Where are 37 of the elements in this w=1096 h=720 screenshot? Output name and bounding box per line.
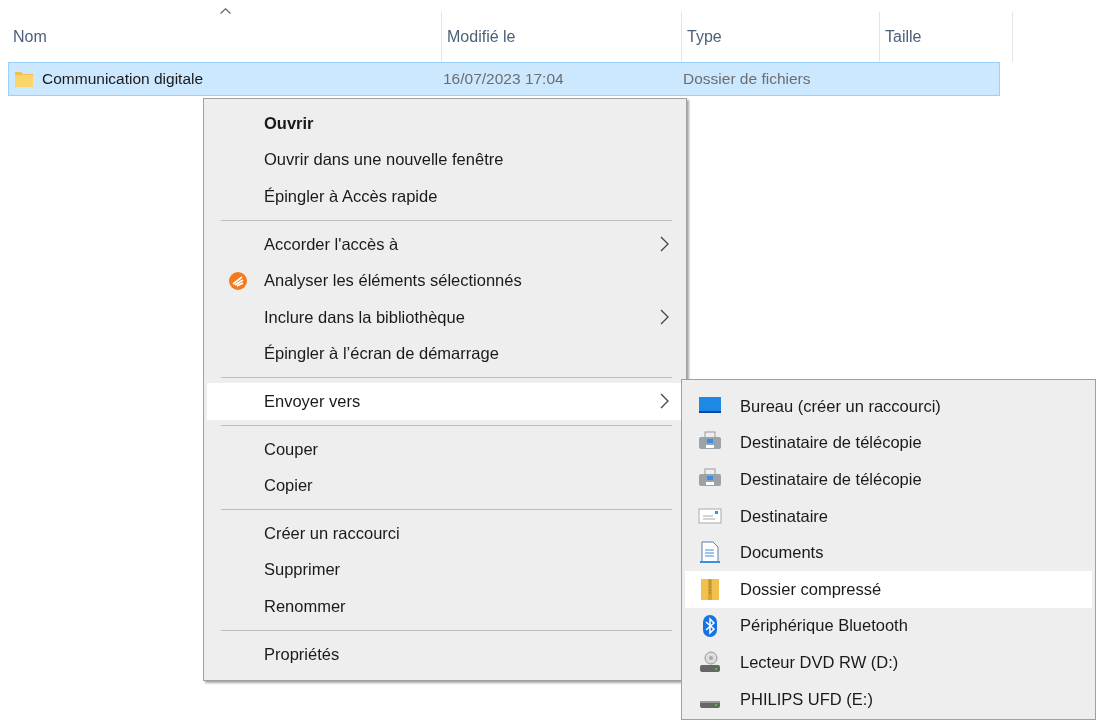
chevron-right-icon: [660, 309, 669, 326]
file-type: Dossier de fichiers: [682, 70, 811, 88]
document-icon: [698, 541, 722, 565]
chevron-right-icon: [660, 393, 669, 410]
menu-item[interactable]: Périphérique Bluetooth: [685, 607, 1092, 645]
menu-item[interactable]: Destinataire de télécopie: [685, 461, 1092, 498]
file-row[interactable]: Communication digitale 16/07/2023 17:04 Dossier de fichiers: [8, 62, 1000, 96]
menu-item[interactable]: Accorder l'accès à: [207, 225, 683, 263]
menu-item[interactable]: Copier: [207, 467, 683, 504]
menu-item[interactable]: Bureau (créer un raccourci): [685, 388, 1092, 425]
menu-item[interactable]: Couper: [207, 430, 683, 468]
folder-icon: [14, 70, 34, 88]
menu-item[interactable]: Documents: [685, 534, 1092, 571]
menu-item[interactable]: Destinataire: [685, 497, 1092, 535]
menu-item[interactable]: Lecteur DVD RW (D:): [685, 644, 1092, 681]
menu-item[interactable]: Épingler à Accès rapide: [207, 178, 683, 215]
zip-folder-icon: [698, 577, 722, 601]
sort-caret-icon: [219, 8, 231, 14]
menu-item[interactable]: Ouvrir: [207, 105, 683, 142]
menu-item[interactable]: Ouvrir dans une nouvelle fenêtre: [207, 141, 683, 179]
menu-item[interactable]: Inclure dans la bibliothèque: [207, 298, 683, 336]
menu-item[interactable]: Analyser les éléments sélectionnés: [207, 262, 683, 299]
file-name: Communication digitale: [42, 70, 204, 88]
menu-item[interactable]: Créer un raccourci: [207, 514, 683, 552]
modified-date: 16/07/2023 17:04: [442, 70, 565, 88]
menu-item[interactable]: Destinataire de télécopie: [685, 424, 1092, 462]
menu-item[interactable]: PHILIPS UFD (E:): [685, 680, 1092, 718]
menu-item[interactable]: Propriétés: [207, 635, 683, 673]
drive-icon: [700, 700, 720, 708]
menu-item[interactable]: Renommer: [207, 588, 683, 625]
disc-drive-icon: [698, 650, 722, 674]
shield-icon: [228, 271, 247, 290]
menu-item[interactable]: Dossier compressé: [685, 570, 1092, 608]
menu-item[interactable]: Envoyer vers: [207, 383, 683, 420]
menu-item[interactable]: Épingler à l’écran de démarrage: [207, 335, 683, 373]
chevron-right-icon: [660, 236, 669, 253]
menu-item[interactable]: Supprimer: [207, 551, 683, 589]
